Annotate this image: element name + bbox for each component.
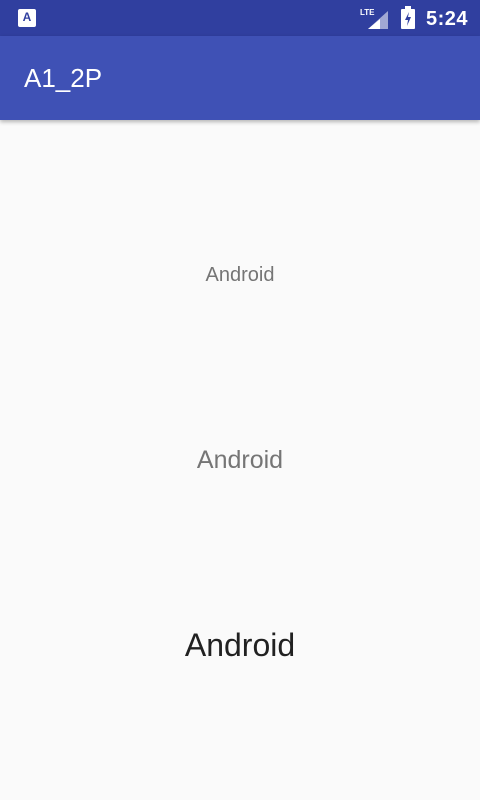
status-time: 5:24 [426, 8, 469, 30]
content-area: Android Android Android [0, 120, 480, 800]
battery-charging-icon [401, 6, 415, 29]
lte-signal-icon: LTE [360, 8, 388, 29]
lte-label: LTE [360, 8, 375, 17]
android-label-large: Android [184, 627, 296, 663]
app-notification-icon: A [18, 9, 36, 27]
android-label-small: Android [205, 264, 275, 286]
android-label-medium: Android [196, 446, 284, 474]
app-bar: A1_2P [0, 36, 480, 120]
app-title: A1_2P [24, 63, 103, 93]
status-bar: A LTE 5:24 [0, 0, 480, 36]
